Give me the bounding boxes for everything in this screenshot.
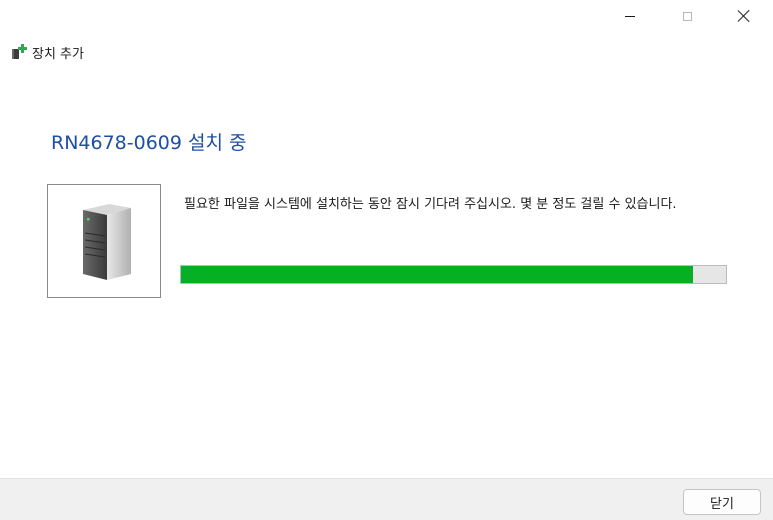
maximize-icon bbox=[682, 11, 692, 21]
title-bar: 장치 추가 bbox=[10, 42, 84, 62]
window-title: 장치 추가 bbox=[32, 46, 84, 62]
minimize-icon bbox=[625, 15, 635, 17]
device-image bbox=[47, 184, 161, 298]
page-title: RN4678-0609 설치 중 bbox=[51, 132, 247, 154]
status-message: 필요한 파일을 시스템에 설치하는 동안 잠시 기다려 주십시오. 몇 분 정도… bbox=[184, 197, 677, 212]
close-button[interactable]: 닫기 bbox=[683, 489, 761, 515]
close-window-button[interactable] bbox=[721, 0, 767, 32]
add-device-window: 장치 추가 RN4678-0609 설치 중 필요한 파일을 시스템에 설치하는… bbox=[0, 0, 773, 520]
server-tower-icon bbox=[83, 204, 131, 280]
progress-bar bbox=[180, 265, 727, 284]
footer-bar: 닫기 bbox=[0, 478, 773, 520]
maximize-button[interactable] bbox=[664, 0, 710, 32]
progress-fill bbox=[181, 266, 694, 283]
add-device-icon bbox=[12, 44, 27, 59]
minimize-button[interactable] bbox=[607, 0, 653, 32]
close-icon bbox=[738, 10, 750, 22]
